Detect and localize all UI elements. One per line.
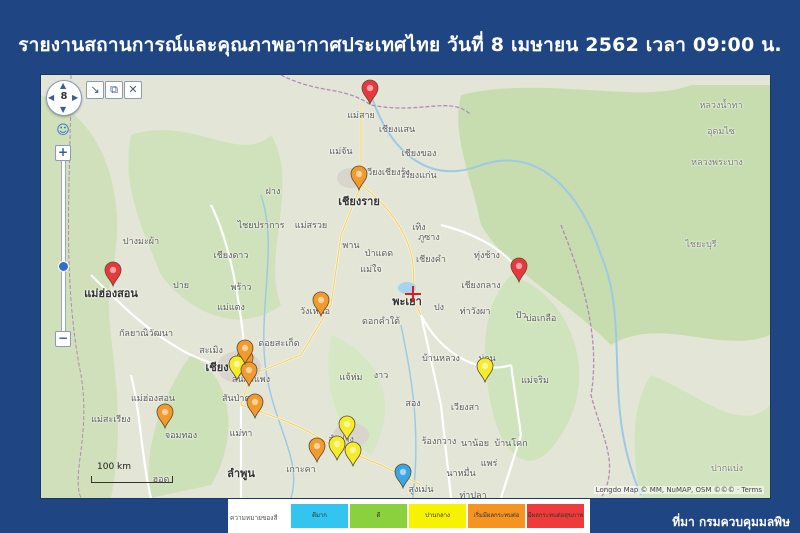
place-label: ฝาง — [265, 187, 281, 197]
pan-left-icon[interactable]: ◀ — [48, 94, 54, 102]
pan-control[interactable]: ▲ ▼ ◀ ▶ 8 — [46, 80, 82, 116]
place-label: แม่ใจ — [360, 265, 382, 275]
place-label: เชียงดาว — [213, 251, 249, 261]
place-label: ร้องกวาง — [421, 437, 457, 447]
station-marker-red[interactable] — [361, 79, 379, 105]
legend-item-moderate: ปานกลาง — [409, 504, 466, 528]
place-label: บ้านโคก — [494, 439, 528, 449]
street-view-icon[interactable]: ☺ — [56, 123, 70, 139]
place-label: แพร่ — [480, 459, 498, 469]
place-label: พร้าว — [230, 283, 252, 293]
station-marker-red[interactable] — [104, 261, 122, 287]
map-attribution[interactable]: Longdo Map © MM, NuMAP, OSM ©©© · Terms — [593, 486, 764, 494]
place-label: ภูซาง — [418, 233, 440, 243]
place-label: ป่าแดด — [364, 249, 394, 259]
place-label: เวียงสา — [450, 403, 480, 413]
pan-up-icon[interactable]: ▲ — [60, 82, 66, 90]
close-tool-icon[interactable]: ✕ — [124, 81, 142, 99]
legend-item-good: ดี — [350, 504, 407, 528]
station-marker-orange[interactable] — [156, 403, 174, 429]
zoom-level-readout: 8 — [60, 91, 68, 102]
place-label: อุดมไซ — [707, 127, 735, 137]
source-credit: ที่มา กรมควบคุมมลพิษ — [672, 515, 790, 529]
place-label: เชียงกลาง — [461, 281, 501, 291]
scale-bar — [91, 476, 173, 483]
place-label: ปากแบ่ง — [710, 464, 744, 474]
zoom-slider-handle[interactable] — [58, 261, 69, 272]
place-label: แม่จริม — [521, 376, 549, 386]
place-label: สูงเม่น — [408, 485, 434, 495]
station-marker-yellow[interactable] — [344, 441, 362, 467]
place-label: เกาะคา — [286, 465, 316, 475]
station-marker-orange[interactable] — [312, 291, 330, 317]
place-label: ปง — [433, 303, 445, 313]
place-label: หลวงน้ำทา — [699, 101, 743, 111]
place-label: แม่สะเรียง — [91, 415, 131, 425]
station-marker-orange[interactable] — [236, 339, 254, 365]
place-label: จอมทอง — [164, 431, 198, 441]
place-label: แม่จัน — [329, 147, 353, 157]
place-label: แม่ทา — [229, 429, 253, 439]
place-label: เชียงคำ — [416, 255, 446, 265]
legend-item-unhealthy: มีผลกระทบต่อสุขภาพ — [527, 504, 584, 528]
place-label: กัลยาณิวัฒนา — [118, 329, 174, 339]
scale-label: 100 km — [97, 462, 132, 472]
place-label: สะเมิง — [199, 346, 223, 356]
station-marker-orange[interactable] — [246, 393, 264, 419]
color-legend: ความหมายของสี ดีมาก ดี ปานกลาง เริ่มมีผล… — [228, 499, 590, 533]
place-label: เชียงแสน — [378, 125, 416, 135]
place-label: แม่สาย — [347, 111, 375, 121]
layers-tool-icon[interactable]: ⧉ — [105, 81, 123, 99]
place-label: ปาย — [172, 281, 190, 291]
place-label: ดอกคำใต้ — [361, 317, 401, 327]
legend-item-unhealthy-sensitive: เริ่มมีผลกระทบต่อสุขภาพ — [468, 504, 525, 528]
place-label: แม่แตง — [217, 303, 245, 313]
pan-down-icon[interactable]: ▼ — [60, 106, 66, 114]
place-label: แม่สรวย — [294, 221, 328, 231]
station-marker-blue[interactable] — [394, 463, 412, 489]
place-label: เชียงราย — [338, 195, 380, 208]
station-marker-orange[interactable] — [308, 437, 326, 463]
station-marker-orange[interactable] — [350, 165, 368, 191]
place-label: พาน — [342, 241, 360, 251]
place-label: ปางมะผ้า — [122, 237, 160, 247]
place-label: ท่าวังผา — [459, 307, 491, 317]
place-label: ไชยะบุรี — [685, 240, 717, 250]
place-label: หลวงพระบาง — [691, 158, 743, 168]
page-title: รายงานสถานการณ์และคุณภาพอากาศประเทศไทย ว… — [18, 34, 782, 56]
measure-tool-icon[interactable]: ↘ — [86, 81, 104, 99]
legend-item-very-good: ดีมาก — [291, 504, 348, 528]
place-label: งาว — [373, 371, 389, 381]
zoom-out-button[interactable]: − — [55, 331, 71, 347]
place-label: ลำพูน — [227, 467, 255, 480]
place-label: นาหมื่น — [446, 469, 476, 479]
place-label: บ้านหลวง — [422, 354, 460, 364]
zoom-slider-track[interactable] — [61, 145, 66, 343]
place-label: ดอยสะเก็ด — [258, 339, 300, 349]
pan-right-icon[interactable]: ▶ — [72, 94, 78, 102]
map-center-crosshair — [405, 286, 421, 302]
place-label: แจ้ห่ม — [339, 373, 363, 383]
place-label: นาน้อย — [460, 439, 490, 449]
air-quality-map[interactable]: เชียงราย พะเยา เชียงใหม่ แม่ฮ่องสอน ลำพูน แม่… — [40, 74, 771, 499]
place-label: เวียงเชียงรุ้ง — [364, 168, 410, 178]
place-label: ท่าปลา — [459, 491, 487, 499]
place-label: สอง — [405, 399, 421, 409]
place-label: เชียงของ — [401, 149, 437, 159]
zoom-in-button[interactable]: + — [55, 145, 71, 161]
station-marker-red[interactable] — [510, 257, 528, 283]
place-label: ทุ่งช้าง — [474, 251, 500, 261]
place-label: ไชยปราการ — [237, 221, 285, 231]
place-label: บ่อเกลือ — [525, 314, 557, 324]
station-marker-yellow[interactable] — [476, 357, 494, 383]
legend-label: ความหมายของสี — [230, 514, 278, 522]
